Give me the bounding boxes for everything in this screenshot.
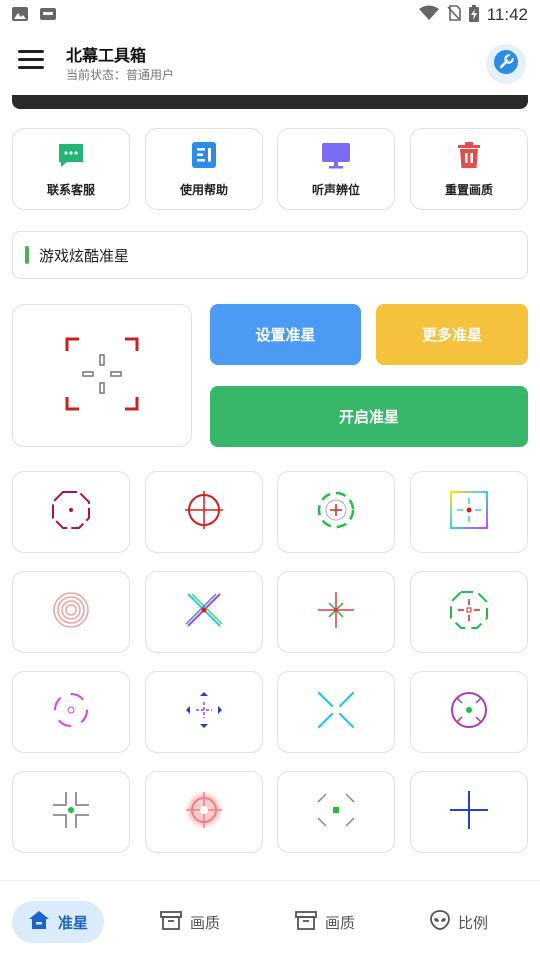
crosshair-option[interactable] [410, 471, 528, 553]
crosshair-option[interactable] [145, 671, 263, 753]
crosshair-option[interactable] [410, 771, 528, 853]
x-cross-crosshair-icon [184, 590, 224, 634]
glow-circle-crosshair-icon [182, 788, 226, 836]
battery-charging-icon [468, 4, 479, 26]
notification-app-icon [40, 6, 56, 25]
usage-help-button[interactable]: 使用帮助 [145, 128, 263, 210]
chat-icon [57, 141, 85, 173]
status-time: 11:42 [486, 5, 528, 24]
archive-icon [160, 910, 182, 934]
sound-locate-button[interactable]: 听声辨位 [277, 128, 395, 210]
blue-plus-crosshair-icon [449, 790, 489, 834]
purple-circle-crosshair-icon [449, 690, 489, 734]
crosshair-option[interactable] [277, 671, 395, 753]
monitor-icon [321, 141, 351, 173]
menu-icon-line [18, 66, 44, 69]
blue-arrows-crosshair-icon [184, 690, 224, 734]
status-bar: 11:42 [0, 0, 540, 30]
cyan-x-crosshair-icon [316, 690, 356, 734]
green-octagon-crosshair-icon [449, 590, 489, 634]
crosshair-option[interactable] [12, 671, 130, 753]
concentric-rings-crosshair-icon [51, 590, 91, 634]
enable-crosshair-button[interactable]: 开启准星 [210, 386, 528, 447]
crosshair-option[interactable] [277, 771, 395, 853]
crosshair-option[interactable] [277, 571, 395, 653]
home-icon [28, 910, 50, 934]
circle-cross-crosshair-icon [184, 490, 224, 534]
func-label: 使用帮助 [179, 182, 228, 197]
menu-icon-line [18, 58, 44, 61]
contact-support-button[interactable]: 联系客服 [12, 128, 130, 210]
crosshair-option[interactable] [145, 771, 263, 853]
menu-icon-line [18, 50, 44, 53]
section-header: 游戏炫酷准星 [12, 231, 528, 279]
nav-label: 比例 [458, 913, 489, 932]
bracket-crosshair-preview-icon [65, 337, 139, 415]
crosshair-option[interactable] [410, 571, 528, 653]
more-crosshairs-button[interactable]: 更多准星 [376, 304, 528, 365]
bottom-navigation: 准星 画质 画质 比例 [0, 880, 540, 960]
crosshair-option[interactable] [12, 471, 130, 553]
trash-icon [455, 141, 483, 173]
crosshair-option[interactable] [12, 571, 130, 653]
wrench-icon [493, 49, 519, 79]
red-green-cross-crosshair-icon [316, 590, 356, 634]
crosshair-option[interactable] [277, 471, 395, 553]
nav-tab-ratio[interactable]: 比例 [430, 901, 488, 943]
app-title: 北幕工具箱 [66, 46, 147, 65]
func-label: 重置画质 [444, 182, 493, 197]
set-crosshair-button[interactable]: 设置准星 [210, 304, 361, 365]
magenta-brackets-crosshair-icon [51, 690, 91, 734]
tools-button[interactable] [486, 44, 526, 84]
no-sim-icon [447, 5, 461, 25]
nav-label: 画质 [190, 913, 221, 932]
nav-label: 准星 [58, 913, 89, 932]
corner-cross-crosshair-icon [51, 790, 91, 834]
dashed-ring-crosshair-icon [316, 490, 356, 534]
crosshair-preview[interactable] [12, 304, 192, 447]
crosshair-option[interactable] [145, 471, 263, 553]
nav-tab-crosshair[interactable]: 准星 [12, 901, 105, 943]
gradient-square-crosshair-icon [449, 490, 489, 534]
document-icon [190, 141, 218, 173]
section-title: 游戏炫酷准星 [39, 246, 130, 265]
func-label: 联系客服 [46, 182, 95, 197]
nav-tab-quality-2[interactable]: 画质 [295, 901, 355, 943]
banner[interactable] [12, 95, 528, 109]
crosshair-option[interactable] [145, 571, 263, 653]
alien-icon [430, 910, 450, 934]
menu-button[interactable] [18, 50, 44, 72]
archive-icon [295, 910, 317, 934]
nav-label: 画质 [325, 913, 356, 932]
wifi-icon [418, 5, 439, 25]
user-status: 当前状态：普通用户 [66, 68, 175, 82]
bracket-square-crosshair-icon [316, 790, 356, 834]
gallery-icon [12, 6, 28, 25]
crosshair-option[interactable] [12, 771, 130, 853]
crosshair-option[interactable] [410, 671, 528, 753]
app-bar: 北幕工具箱 当前状态：普通用户 [0, 36, 540, 90]
section-accent-bar [25, 246, 29, 264]
reset-quality-button[interactable]: 重置画质 [410, 128, 528, 210]
func-label: 听声辨位 [311, 182, 360, 197]
nav-tab-quality[interactable]: 画质 [160, 901, 220, 943]
octagon-dot-crosshair-icon [51, 490, 91, 534]
